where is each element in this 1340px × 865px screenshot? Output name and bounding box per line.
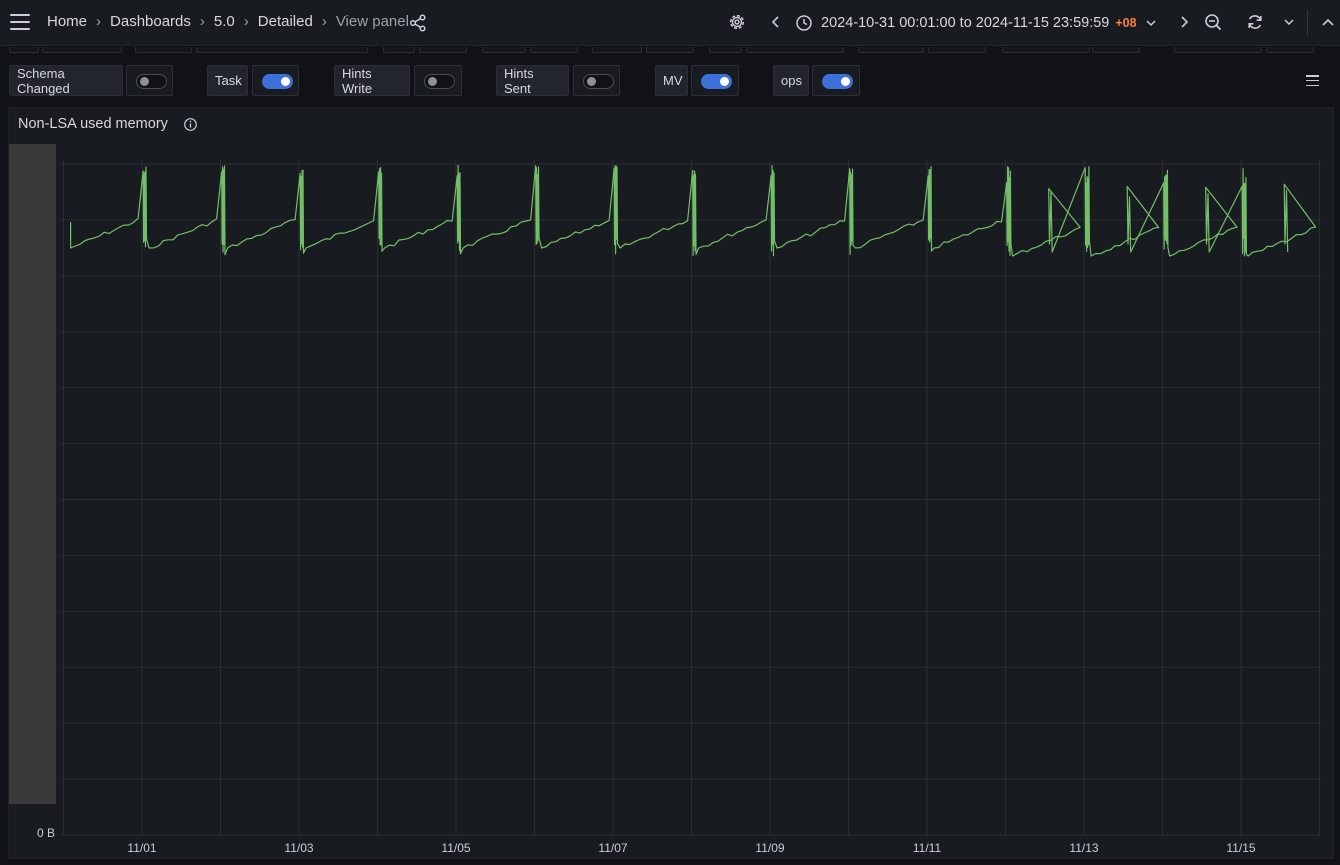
breadcrumb-home[interactable]: Home [47, 13, 87, 30]
variable-label-mv: MV [655, 65, 688, 96]
variables-row-scrolled [0, 47, 1340, 55]
variable-label-schema-changed: Schema Changed [9, 65, 123, 96]
series-line-non-lsa-memory [69, 164, 1317, 257]
switch-schema-changed[interactable] [136, 74, 167, 89]
panel-non-lsa-used-memory: Non-LSA used memory 0 B 11/01 11/03 11/05 1… [8, 107, 1334, 859]
time-range-text: 2024-10-31 00:01:00 to 2024-11-15 23:59:… [821, 15, 1110, 31]
variable-label-hints-sent: Hints Sent [496, 65, 569, 96]
top-navbar: Home › Dashboards › 5.0 › Detailed › Vie… [0, 0, 1340, 46]
switch-hints-write[interactable] [424, 74, 455, 89]
panel-menu-icon[interactable] [1306, 75, 1320, 87]
toggle-mv[interactable] [691, 65, 739, 96]
x-tick-label: 11/07 [598, 841, 627, 855]
memory-chart[interactable]: 11/01 11/03 11/05 11/07 11/09 11/11 11/13 11/15 [9, 108, 1335, 860]
x-tick-label: 11/15 [1226, 841, 1255, 855]
switch-task[interactable] [262, 74, 293, 89]
switch-hints-sent[interactable] [583, 74, 614, 89]
x-tick-label: 11/01 [127, 841, 156, 855]
variables-toggle-row: Schema Changed Task Hints Write Hints Se… [0, 65, 1340, 97]
breadcrumb: Home › Dashboards › 5.0 › Detailed › Vie… [47, 13, 409, 30]
zoom-out-icon[interactable] [1203, 12, 1223, 32]
share-icon[interactable] [409, 14, 427, 32]
refresh-interval-chevron-down-icon[interactable] [1279, 12, 1299, 32]
breadcrumb-dashboard[interactable]: Detailed [258, 13, 313, 30]
x-tick-label: 11/11 [913, 841, 942, 855]
breadcrumb-separator: › [96, 13, 102, 30]
chevron-right-icon[interactable] [1174, 12, 1194, 32]
breadcrumb-separator: › [199, 13, 205, 30]
menu-icon[interactable] [10, 14, 30, 30]
breadcrumb-folder[interactable]: 5.0 [214, 13, 235, 30]
x-tick-label: 11/05 [441, 841, 470, 855]
variable-label-hints-write: Hints Write [334, 65, 410, 96]
x-tick-label: 11/09 [755, 841, 784, 855]
x-tick-label: 11/13 [1069, 841, 1098, 855]
chevron-up-icon[interactable] [1318, 12, 1338, 32]
refresh-icon[interactable] [1245, 12, 1265, 32]
toggle-task[interactable] [252, 65, 299, 96]
clock-icon [796, 15, 812, 31]
time-range-picker[interactable]: 2024-10-31 00:01:00 to 2024-11-15 23:59:… [795, 11, 1158, 35]
switch-mv[interactable] [701, 74, 732, 89]
chevron-left-icon[interactable] [766, 12, 786, 32]
toggle-schema-changed[interactable] [126, 65, 173, 96]
switch-ops[interactable] [822, 74, 853, 89]
toggle-hints-sent[interactable] [573, 65, 620, 96]
timezone-badge: +08 [1115, 16, 1137, 30]
variable-label-task: Task [207, 65, 248, 96]
gear-icon[interactable] [727, 12, 747, 32]
variable-label-ops: ops [773, 65, 809, 96]
toggle-hints-write[interactable] [414, 65, 462, 96]
breadcrumb-separator: › [243, 13, 249, 30]
toggle-ops[interactable] [812, 65, 860, 96]
breadcrumb-dashboards[interactable]: Dashboards [110, 13, 191, 30]
x-tick-label: 11/03 [284, 841, 313, 855]
breadcrumb-separator: › [321, 13, 327, 30]
toolbar-divider [1307, 10, 1308, 36]
chevron-down-icon [1146, 20, 1156, 27]
breadcrumb-current: View panel [335, 13, 409, 30]
